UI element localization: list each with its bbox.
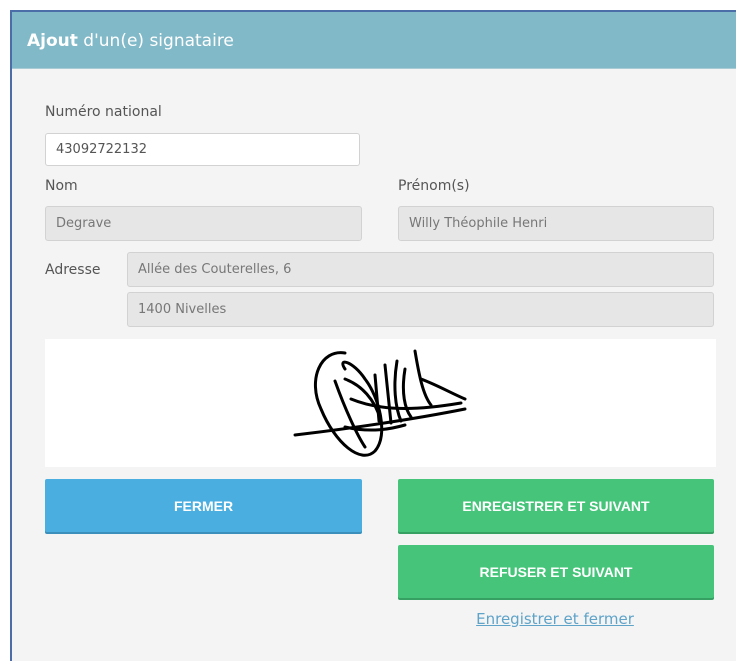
save-and-next-button[interactable]: ENREGISTRER ET SUIVANT <box>398 479 714 532</box>
first-name-label: Prénom(s) <box>398 178 470 194</box>
refuse-and-next-button[interactable]: REFUSER ET SUIVANT <box>398 545 714 598</box>
first-name-field: Willy Théophile Henri <box>398 206 714 241</box>
dialog-title-bold: Ajout <box>27 31 78 51</box>
signature-image <box>293 349 467 457</box>
address-label: Adresse <box>45 262 101 278</box>
last-name-label: Nom <box>45 178 78 194</box>
signature-pad[interactable] <box>45 339 716 467</box>
last-name-field: Degrave <box>45 206 362 241</box>
address-line1-field: Allée des Couterelles, 6 <box>127 252 714 287</box>
close-button[interactable]: FERMER <box>45 479 362 532</box>
save-and-close-link[interactable]: Enregistrer et fermer <box>470 610 640 628</box>
national-number-label: Numéro national <box>45 104 162 120</box>
dialog-header: Ajout d'un(e) signataire <box>12 12 736 69</box>
dialog-title: d'un(e) signataire <box>77 31 234 51</box>
national-number-input[interactable]: 43092722132 <box>45 133 360 166</box>
add-signatory-dialog: Ajout d'un(e) signataire Numéro national… <box>10 10 736 661</box>
address-line2-field: 1400 Nivelles <box>127 292 714 327</box>
